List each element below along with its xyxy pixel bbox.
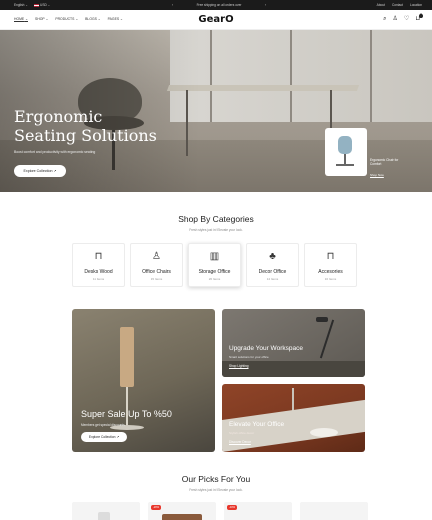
desk-lamp-arm (319, 319, 335, 359)
announcement-next-arrow[interactable]: › (265, 3, 266, 7)
hero-product-name: Ergonomic Chair for Comfort (370, 158, 399, 167)
language-selector[interactable]: English ⌄ (14, 3, 28, 7)
banner-lamp-image (120, 327, 134, 387)
sale-banner[interactable]: Super Sale Up To %50 Members get special… (72, 309, 215, 452)
banner-bowl (310, 428, 338, 437)
top-links: About Contact Location (377, 3, 422, 7)
header-icons: ⌕ ♙ ♡ ⊔ 0 (383, 14, 423, 23)
top-link-about[interactable]: About (377, 3, 385, 7)
office-banner-link[interactable]: Discover Decor (229, 440, 251, 444)
product-chair-feet (336, 164, 354, 166)
category-count: 26 Items (208, 277, 221, 281)
plant-icon: ♣ (269, 251, 276, 262)
desk-lamp-head (316, 317, 328, 322)
category-decor-office[interactable]: ♣ Decor Office 14 Items (246, 243, 299, 287)
window-frame (370, 30, 372, 122)
product-image (162, 514, 202, 520)
cart-icon[interactable]: ⊔ 0 (415, 14, 423, 23)
category-count: 11 Items (92, 277, 105, 281)
pick-card[interactable] (300, 502, 368, 520)
hero-subtitle: Boost comfort and productivity with ergo… (14, 150, 96, 154)
explore-collection-button[interactable]: Explore Collection ↗ (14, 165, 66, 177)
picks-title: Our Picks For You (181, 474, 251, 484)
top-link-location[interactable]: Location (410, 3, 422, 7)
category-name: Desks Wood (84, 269, 113, 275)
product-chair-image (338, 136, 352, 154)
site-logo[interactable]: GearO (0, 14, 432, 25)
picks-subtitle: Fresh styles just in! Elevate your look. (189, 488, 243, 492)
pick-card[interactable]: -10% (224, 502, 292, 520)
office-banner-subtitle: Stylish office decor (229, 431, 255, 435)
search-icon[interactable]: ⌕ (383, 16, 386, 23)
sale-badge: -10% (227, 505, 237, 510)
workspace-banner-title: Upgrade Your Workspace (229, 345, 303, 352)
category-name: Decor Office (258, 269, 287, 275)
workspace-banner[interactable]: Upgrade Your Workspace Smart solutions f… (222, 309, 365, 377)
pick-card[interactable] (72, 502, 140, 520)
category-storage-office[interactable]: ▥ Storage Office 26 Items (188, 243, 241, 287)
office-banner-title: Elevate Your Office (229, 421, 285, 428)
category-name: Accesories (318, 269, 343, 275)
announcement-prev-arrow[interactable]: ‹ (172, 3, 173, 7)
hero-product-card[interactable] (325, 128, 367, 176)
top-announcement-bar: English ⌄ USD ⌄ ‹ Free shipping on all o… (0, 0, 432, 10)
heart-icon[interactable]: ♡ (404, 16, 409, 23)
pick-card[interactable]: -20% (148, 502, 216, 520)
currency-selector[interactable]: USD ⌄ (34, 3, 50, 7)
sale-explore-button[interactable]: Explore Collection ↗ (81, 432, 127, 442)
category-office-chairs[interactable]: ♙ Office Chairs 15 Items (130, 243, 183, 287)
announcement-carousel: ‹ Free shipping on all orders over › (172, 3, 266, 7)
hero-window (170, 30, 432, 122)
hero-title: Ergonomic Seating Solutions (14, 107, 157, 145)
category-name: Storage Office (198, 269, 231, 275)
office-decor-banner[interactable]: Elevate Your Office Stylish office decor… (222, 384, 365, 452)
banner-lamp-stand (126, 387, 128, 425)
storage-icon: ▥ (209, 251, 220, 262)
announcement-text: Free shipping on all orders over (196, 3, 242, 7)
sale-badge: -20% (151, 505, 161, 510)
categories-title: Shop By Categories (178, 214, 254, 224)
category-accesories[interactable]: ⊓ Accesories 16 Items (304, 243, 357, 287)
workspace-banner-subtitle: Smart solutions for your office (229, 355, 269, 359)
hero-product-link[interactable]: Shop Now (370, 173, 384, 177)
category-count: 15 Items (150, 277, 163, 281)
product-image (98, 512, 110, 520)
sale-banner-title: Super Sale Up To %50 (81, 409, 172, 419)
hero-banner: Ergonomic Seating Solutions Boost comfor… (0, 30, 432, 192)
user-icon[interactable]: ♙ (393, 16, 398, 23)
sale-banner-subtitle: Members get special discounts (81, 423, 125, 427)
picks-list: -20% -10% (72, 502, 368, 520)
us-flag-icon (34, 3, 40, 7)
locale-selectors: English ⌄ USD ⌄ (14, 3, 50, 7)
product-chair-base (344, 154, 346, 164)
window-frame (210, 30, 212, 122)
categories-list: ⊓ Desks Wood 11 Items ♙ Office Chairs 15… (72, 243, 357, 287)
window-frame (290, 30, 292, 122)
site-header: Home ⌄ Shop ⌄ Products ⌄ Blogs ⌄ Pages ⌄… (0, 10, 432, 30)
categories-subtitle: Fresh styles just in! Elevate your look. (189, 228, 243, 232)
desk-icon: ⊓ (94, 251, 103, 262)
category-count: 14 Items (266, 277, 279, 281)
chair-icon: ♙ (152, 251, 161, 262)
category-name: Office Chairs (142, 269, 171, 275)
category-desks-wood[interactable]: ⊓ Desks Wood 11 Items (72, 243, 125, 287)
category-count: 16 Items (324, 277, 337, 281)
top-link-contact[interactable]: Contact (392, 3, 403, 7)
cart-count-badge: 0 (419, 14, 423, 20)
workspace-banner-link[interactable]: Shop Lighting (229, 364, 249, 368)
table-icon: ⊓ (326, 251, 335, 262)
